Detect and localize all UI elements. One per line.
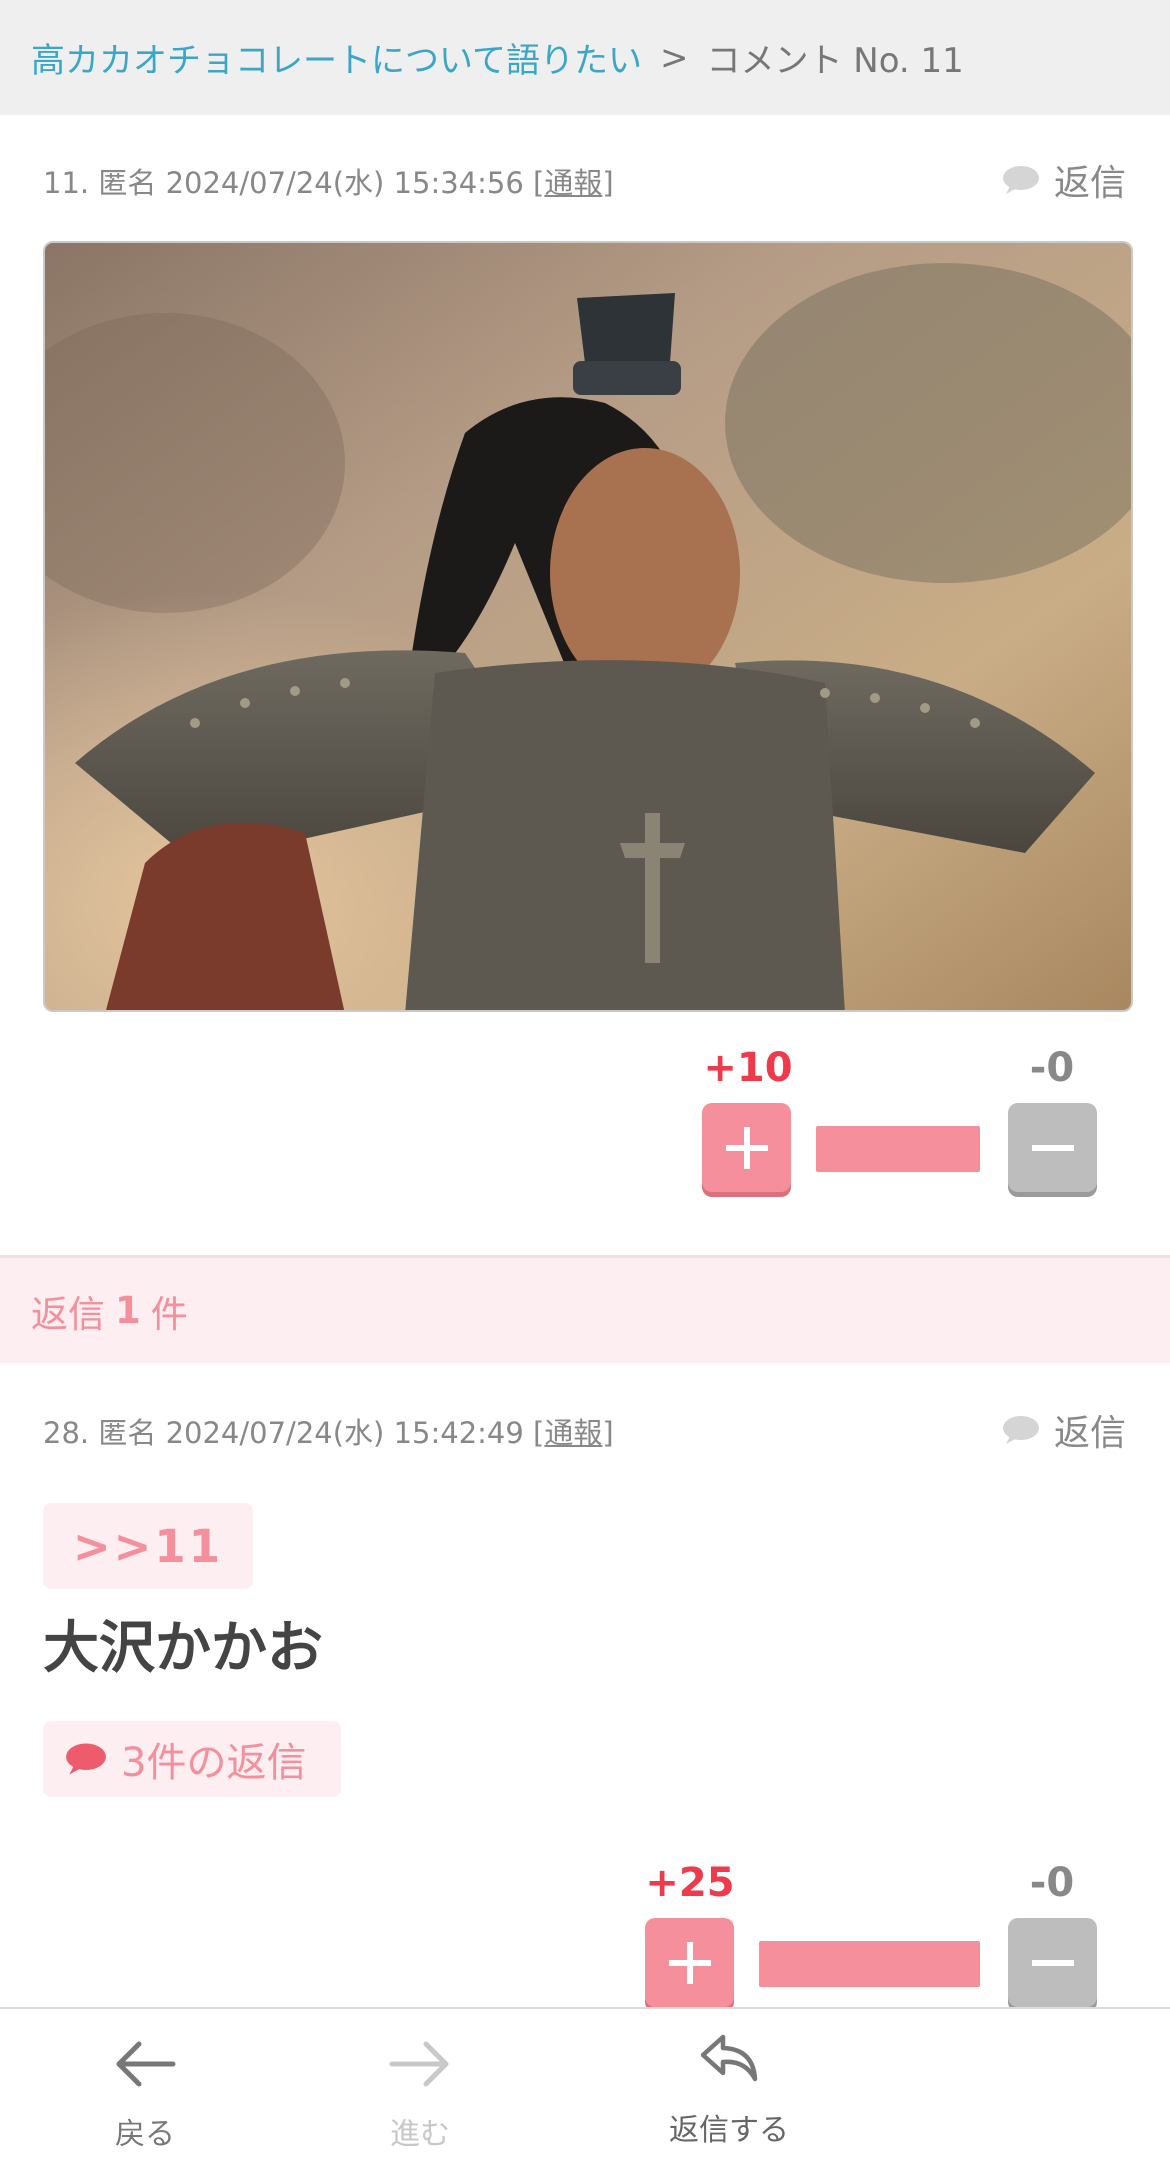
reply-arrow-icon: [700, 2034, 758, 2082]
plus-vote-button[interactable]: [702, 1103, 791, 1192]
plus-icon: [725, 1126, 768, 1169]
speech-bubble-icon: [66, 1743, 106, 1775]
report-link[interactable]: 通報: [544, 166, 602, 200]
comment-author: 匿名: [98, 166, 157, 200]
plus-vote-count: +25: [645, 1860, 735, 1906]
breadcrumb-separator: >: [659, 37, 689, 78]
back-button[interactable]: 戻る: [35, 2009, 255, 2172]
minus-icon: [1031, 1959, 1074, 1966]
comment-number: 11.: [43, 166, 90, 200]
reply-comment-meta: 28. 匿名 2024/07/24(水) 15:42:49 [通報]: [43, 1416, 614, 1450]
replies-badge[interactable]: 3件の返信: [43, 1721, 341, 1797]
arrow-right-icon: [389, 2041, 449, 2087]
comment-datetime: 2024/07/24(水) 15:34:56: [165, 166, 524, 200]
warrior-photo: [45, 243, 1131, 1010]
anchor-link[interactable]: >>11: [43, 1503, 253, 1589]
minus-vote-count: -0: [1029, 1045, 1075, 1091]
reply-nav-button[interactable]: 返信する: [619, 2009, 839, 2172]
vote-ratio-bar: [816, 1126, 980, 1172]
reply-button[interactable]: 返信: [1002, 1404, 1126, 1456]
minus-vote-count: -0: [1029, 1860, 1075, 1906]
plus-icon: [668, 1941, 711, 1984]
reply-label: 返信: [1053, 163, 1126, 204]
report-link[interactable]: 通報: [544, 1416, 602, 1450]
arrow-left-icon: [116, 2041, 176, 2087]
minus-vote-button[interactable]: [1008, 1918, 1097, 2007]
back-label: 戻る: [115, 2117, 175, 2152]
comment-meta: 11. 匿名 2024/07/24(水) 15:34:56 [通報]: [43, 166, 614, 200]
replies-badge-label: 3件の返信: [121, 1740, 307, 1786]
comment-image[interactable]: [43, 241, 1133, 1012]
reply-label: 返信: [1053, 1413, 1126, 1454]
speech-bubble-icon: [1002, 1416, 1039, 1444]
reply-count-bar: 返信 1 件: [0, 1255, 1170, 1363]
reply-nav-label: 返信する: [669, 2113, 789, 2148]
reply-count-number: 1: [115, 1289, 141, 1332]
comment-author: 匿名: [98, 1416, 157, 1450]
breadcrumb-current: コメント No. 11: [706, 41, 964, 81]
forward-label: 進む: [390, 2117, 450, 2152]
comment-datetime: 2024/07/24(水) 15:42:49: [165, 1416, 524, 1450]
vote-ratio-bar: [759, 1941, 980, 1987]
plus-vote-count: +10: [703, 1045, 793, 1091]
minus-vote-button[interactable]: [1008, 1103, 1097, 1192]
plus-vote-button[interactable]: [645, 1918, 734, 2007]
comment-body: 大沢かかお: [43, 1616, 323, 1681]
minus-icon: [1031, 1144, 1074, 1151]
speech-bubble-icon: [1002, 166, 1039, 194]
breadcrumb: 高カカオチョコレートについて語りたい > コメント No. 11: [0, 0, 1170, 115]
bottom-nav: 戻る 進む 返信する: [0, 2007, 1170, 2172]
reply-button[interactable]: 返信: [1002, 154, 1126, 206]
reply-count-suffix: 件: [150, 1292, 188, 1336]
comment-number: 28.: [43, 1416, 90, 1450]
breadcrumb-topic-link[interactable]: 高カカオチョコレートについて語りたい: [31, 33, 642, 82]
reply-count-prefix: 返信: [31, 1292, 105, 1336]
forward-button[interactable]: 進む: [310, 2009, 530, 2172]
